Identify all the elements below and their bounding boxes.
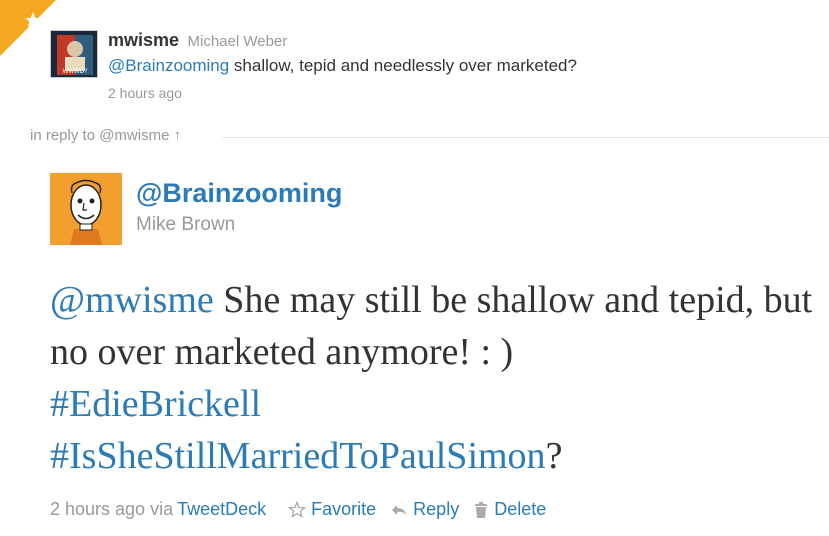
parent-timestamp[interactable]: 2 hours ago [108,85,808,101]
tweet-author-fullname: Mike Brown [136,214,236,235]
favorite-button[interactable]: Favorite [288,499,376,520]
divider [222,137,829,138]
parent-fullname: Michael Weber [187,33,288,50]
hashtag-link[interactable]: #EdieBrickell [50,383,261,425]
delete-button[interactable]: Delete [473,499,546,520]
tweet-author-username[interactable]: @Brainzooming [136,178,342,209]
reply-arrow-icon [392,504,407,515]
tweet-timestamp[interactable]: 2 hours ago via [50,499,173,520]
tweet-actions: 2 hours ago via TweetDeck Favorite Reply… [50,499,546,520]
avatar[interactable]: WWWD? [50,30,98,78]
parent-username[interactable]: mwisme [108,30,179,50]
hashtag-link[interactable]: #IsSheStillMarriedToPaulSimon [50,435,546,477]
up-arrow-icon: ↑ [173,127,182,144]
svg-text:WWWD?: WWWD? [63,69,88,75]
mention-link[interactable]: @Brainzooming [108,56,229,75]
favorite-corner-badge [0,0,56,56]
mention-link[interactable]: @mwisme [50,279,214,321]
client-link[interactable]: TweetDeck [177,499,266,520]
reply-button[interactable]: Reply [390,499,459,520]
parent-tweet-text: @Brainzooming shallow, tepid and needles… [108,56,577,75]
in-reply-to-link[interactable]: in reply to @mwisme ↑ [30,127,181,144]
tweet-text: @mwisme She may still be shallow and tep… [50,279,813,477]
star-outline-icon [288,500,307,518]
avatar[interactable] [50,173,122,245]
trash-icon [475,501,488,518]
